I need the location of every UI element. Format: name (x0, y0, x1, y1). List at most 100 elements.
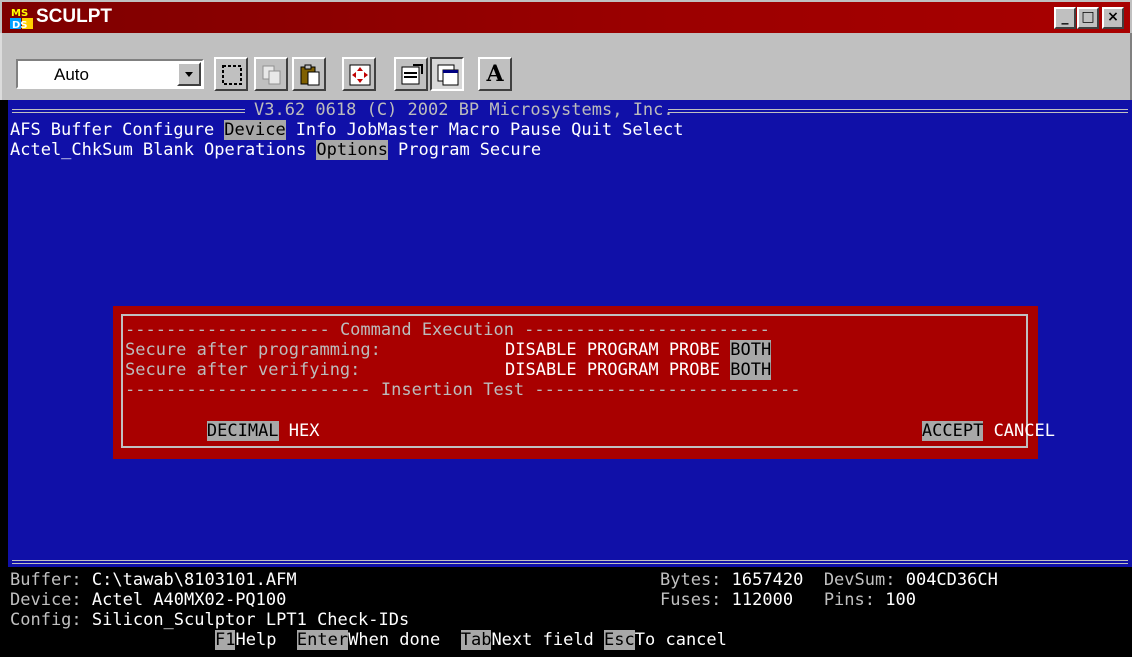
row2-option-program[interactable]: PROGRAM (587, 360, 659, 380)
menu-item-device[interactable]: Device (224, 120, 286, 140)
font-size-select[interactable]: Auto (16, 59, 204, 89)
copy-icon (262, 65, 281, 85)
dialog-title-line: -------------------- Command Execution -… (125, 320, 770, 340)
bytes-line: Bytes: 1657420 DevSum: 004CD36CH (660, 570, 998, 590)
fuses-line: Fuses: 112000 Pins: 100 (660, 590, 916, 610)
row1-option-probe[interactable]: PROBE (669, 340, 720, 360)
main-menu: AFS Buffer Configure Device Info JobMaster Mac… (10, 120, 684, 140)
menu-item-afs[interactable]: AFS (10, 120, 41, 140)
mark-button[interactable] (214, 57, 248, 91)
decimal-option[interactable]: DECIMAL (206, 421, 279, 441)
paste-icon (300, 64, 320, 86)
row2-option-disable[interactable]: DISABLE (505, 360, 577, 380)
close-icon: × (1107, 9, 1119, 25)
submenu-item-options[interactable]: Options (316, 140, 389, 160)
devsum-value: 004CD36CH (905, 570, 998, 590)
hint-key-f1: F1 (215, 630, 236, 650)
device-label: Device: (10, 590, 82, 610)
pins-label: Pins: (823, 590, 875, 610)
accept-button[interactable]: ACCEPT (921, 421, 984, 441)
title-bar[interactable]: MS DS SCULPT _ □ × (0, 0, 1132, 33)
fullscreen-button[interactable] (342, 57, 376, 91)
chevron-down-icon (185, 72, 193, 77)
main-panel: V3.62 0618 (C) 2002 BP Microsystems, Inc… (8, 100, 1132, 567)
row1-option-disable[interactable]: DISABLE (505, 340, 577, 360)
properties-icon (401, 64, 423, 85)
submenu-item-operations[interactable]: Operations (204, 140, 306, 160)
hint-text-tab: Next field (491, 630, 594, 650)
row2-option-both[interactable]: BOTH (730, 360, 772, 380)
command-execution-dialog: -------------------- Command Execution -… (113, 306, 1055, 459)
secure-verifying-options: DISABLE PROGRAM PROBE BOTH (505, 360, 772, 380)
config-label: Config: (10, 610, 82, 630)
font-size-value: Auto (54, 65, 89, 84)
secure-verifying-label: Secure after verifying: (125, 360, 361, 380)
hint-text-esc: To cancel (634, 630, 727, 650)
pins-value: 100 (885, 590, 916, 610)
row1-option-both[interactable]: BOTH (730, 340, 772, 360)
minimize-button[interactable]: _ (1054, 7, 1076, 29)
dropdown-button[interactable] (177, 62, 201, 86)
menu-item-quit[interactable]: Quit (571, 120, 612, 140)
submenu-item-secure[interactable]: Secure (480, 140, 541, 160)
font-button[interactable]: A (478, 57, 512, 91)
paste-button[interactable] (292, 57, 326, 91)
secure-programming-label: Secure after programming: (125, 340, 381, 360)
cancel-button[interactable]: CANCEL (994, 421, 1055, 441)
bytes-label: Bytes: (660, 570, 722, 590)
hint-key-tab: Tab (460, 630, 492, 650)
bytes-value: 1657420 (731, 570, 804, 590)
menu-item-configure[interactable]: Configure (122, 120, 214, 140)
device-submenu: Actel_ChkSum Blank Operations Options Progra… (10, 140, 541, 160)
device-line: Device: Actel A40MX02-PQ100 (10, 590, 286, 610)
background-icon (437, 64, 459, 86)
submenu-item-program[interactable]: Program (398, 140, 470, 160)
frame-bottom (12, 560, 1128, 564)
hint-text-enter: When done (348, 630, 441, 650)
hint-text-f1: Help (235, 630, 277, 650)
fullscreen-icon (349, 64, 371, 86)
toolbar: Auto A (0, 33, 1132, 100)
svg-text:MS: MS (11, 8, 28, 19)
devsum-label: DevSum: (823, 570, 896, 590)
frame-top-left (12, 109, 245, 113)
console-screen[interactable]: V3.62 0618 (C) 2002 BP Microsystems, Inc… (8, 100, 1132, 657)
row2-option-probe[interactable]: PROBE (669, 360, 720, 380)
hex-option[interactable]: HEX (289, 421, 320, 441)
frame-top-right (668, 109, 1128, 113)
buffer-value: C:\tawab\8103101.AFM (91, 570, 297, 590)
config-value: Silicon_Sculptor LPT1 Check-IDs (91, 610, 410, 630)
menu-item-jobmaster[interactable]: JobMaster (347, 120, 439, 140)
close-button[interactable]: × (1102, 7, 1124, 29)
menu-item-macro[interactable]: Macro (449, 120, 500, 140)
hint-key-enter: Enter (296, 630, 349, 650)
insertion-test-line: ------------------------ Insertion Test … (125, 380, 801, 400)
copy-button[interactable] (254, 57, 288, 91)
svg-text:DS: DS (12, 20, 28, 30)
background-button[interactable] (430, 57, 464, 91)
properties-button[interactable] (394, 57, 428, 91)
secure-programming-options: DISABLE PROGRAM PROBE BOTH (505, 340, 772, 360)
ms-dos-icon: MS DS (10, 6, 34, 30)
menu-item-select[interactable]: Select (622, 120, 683, 140)
submenu-item-actel-chksum[interactable]: Actel_ChkSum (10, 140, 133, 160)
maximize-icon: □ (1081, 9, 1095, 25)
font-icon: A (486, 61, 504, 87)
fuses-value: 112000 (731, 590, 794, 610)
mark-icon (222, 65, 242, 85)
minimize-icon: _ (1061, 9, 1069, 25)
dialog-actions: ACCEPT CANCEL (840, 401, 1055, 461)
insertion-test-title: Insertion Test (380, 380, 525, 400)
menu-item-pause[interactable]: Pause (510, 120, 561, 140)
menu-item-buffer[interactable]: Buffer (51, 120, 112, 140)
maximize-button[interactable]: □ (1077, 7, 1099, 29)
submenu-item-blank[interactable]: Blank (143, 140, 194, 160)
key-hints: F1Help EnterWhen done TabNext field EscT… (215, 630, 727, 650)
menu-item-info[interactable]: Info (296, 120, 337, 140)
version-line: V3.62 0618 (C) 2002 BP Microsystems, Inc… (254, 100, 674, 120)
buffer-line: Buffer: C:\tawab\8103101.AFM (10, 570, 297, 590)
fuses-label: Fuses: (660, 590, 722, 610)
device-value: Actel A40MX02-PQ100 (91, 590, 287, 610)
config-line: Config: Silicon_Sculptor LPT1 Check-IDs (10, 610, 409, 630)
row1-option-program[interactable]: PROGRAM (587, 340, 659, 360)
